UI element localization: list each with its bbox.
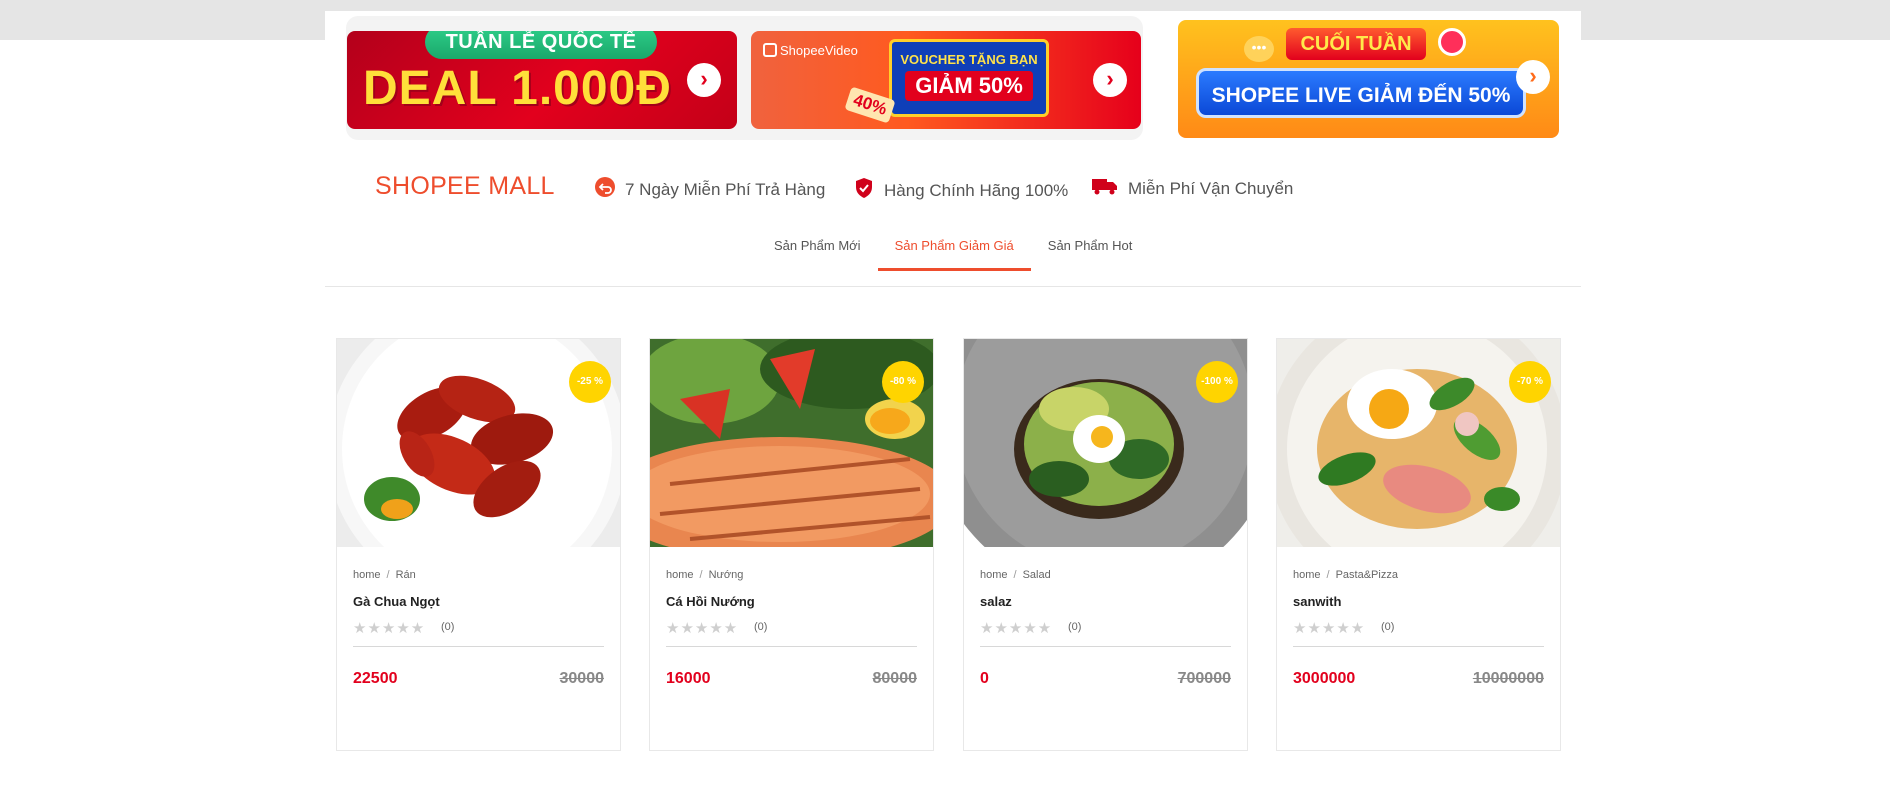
banner-weekend-label: CUỐI TUẦN: [1286, 28, 1426, 60]
product-name[interactable]: salaz: [980, 594, 1012, 609]
breadcrumb-home[interactable]: home: [1293, 569, 1321, 581]
arrow-right-icon[interactable]: ›: [687, 63, 721, 97]
banner-deal-1000[interactable]: TUẦN LỄ QUỐC TẾ DEAL 1.000Đ ›: [347, 31, 737, 129]
breadcrumb-category[interactable]: Salad: [1023, 569, 1051, 581]
discount-badge: -100 %: [1196, 361, 1238, 403]
product-name[interactable]: Cá Hồi Nướng: [666, 594, 755, 609]
brand-name: ShopeeVideo: [780, 43, 858, 58]
product-card[interactable]: -80 % home / Nướng Cá Hồi Nướng ★★★★★ (0) …: [649, 338, 934, 751]
breadcrumb-category[interactable]: Pasta&Pizza: [1336, 569, 1398, 581]
feature-label: Miễn Phí Vận Chuyển: [1128, 178, 1294, 198]
arrow-right-icon[interactable]: ›: [1093, 63, 1127, 97]
review-count: (0): [1381, 621, 1395, 633]
chat-bubble-icon: •••: [1244, 36, 1274, 62]
discount-badge: -25 %: [569, 361, 611, 403]
card-divider: [1293, 646, 1544, 647]
shopee-video-logo: ShopeeVideo: [763, 43, 858, 58]
breadcrumb-category[interactable]: Rán: [396, 569, 416, 581]
product-card[interactable]: -70 % home / Pasta&Pizza sanwith ★★★★★ (0)…: [1276, 338, 1561, 751]
breadcrumb: home / Salad: [980, 569, 1051, 581]
star-rating-icon: ★★★★★: [666, 620, 739, 637]
feature-free-shipping: Miễn Phí Vận Chuyển: [1092, 177, 1293, 200]
heart-icon: [1438, 28, 1466, 56]
banner-shopee-video[interactable]: ShopeeVideo VOUCHER TẶNG BẠN GIẢM 50% 40…: [751, 31, 1141, 129]
sale-price: 16000: [666, 670, 711, 687]
tab-discount-products[interactable]: Sản Phẩm Giảm Giá: [877, 233, 1032, 271]
shield-check-icon: [854, 177, 874, 204]
return-icon: [595, 177, 615, 202]
discount-badge: -70 %: [1509, 361, 1551, 403]
feature-label: 7 Ngày Miễn Phí Trả Hàng: [625, 179, 826, 199]
banner-headline: DEAL 1.000Đ: [363, 62, 672, 115]
discount-badge: -80 %: [882, 361, 924, 403]
star-rating-icon: ★★★★★: [980, 620, 1053, 637]
truck-icon: [1092, 177, 1118, 200]
feature-label: Hàng Chính Hãng 100%: [884, 180, 1069, 200]
voucher-line2: GIẢM 50%: [905, 71, 1033, 101]
original-price: 700000: [1177, 670, 1231, 687]
banner-shopee-live[interactable]: ••• CUỐI TUẦN SHOPEE LIVE GIẢM ĐẾN 50% ›: [1178, 20, 1559, 138]
product-card[interactable]: -100 % home / Salad salaz ★★★★★ (0) 0 7000…: [963, 338, 1248, 751]
review-count: (0): [1068, 621, 1082, 633]
banner-live-headline: SHOPEE LIVE GIẢM ĐẾN 50%: [1196, 68, 1526, 118]
breadcrumb-home[interactable]: home: [353, 569, 381, 581]
arrow-right-icon[interactable]: ›: [1516, 60, 1550, 94]
original-price: 80000: [872, 670, 918, 687]
sale-price: 3000000: [1293, 670, 1356, 687]
main-container: TUẦN LỄ QUỐC TẾ DEAL 1.000Đ › ShopeeVide…: [325, 11, 1581, 788]
tab-hot-products[interactable]: Sản Phẩm Hot: [1031, 233, 1150, 271]
voucher-line1: VOUCHER TẶNG BẠN: [900, 52, 1038, 67]
banner-pill: TUẦN LỄ QUỐC TẾ: [425, 31, 657, 59]
product-tabs: Sản Phẩm Mới Sản Phẩm Giảm Giá Sản Phẩm …: [757, 233, 1149, 271]
review-count: (0): [441, 621, 455, 633]
star-rating-icon: ★★★★★: [353, 620, 426, 637]
divider: [325, 286, 1581, 287]
breadcrumb: home / Rán: [353, 569, 416, 581]
tab-new-products[interactable]: Sản Phẩm Mới: [757, 233, 878, 271]
breadcrumb: home / Pasta&Pizza: [1293, 569, 1398, 581]
card-divider: [980, 646, 1231, 647]
voucher-ticket: VOUCHER TẶNG BẠN GIẢM 50%: [889, 39, 1049, 117]
product-card[interactable]: -25 % home / Rán Gà Chua Ngọt ★★★★★ (0) 22…: [336, 338, 621, 751]
star-rating-icon: ★★★★★: [1293, 620, 1366, 637]
card-divider: [666, 646, 917, 647]
review-count: (0): [754, 621, 768, 633]
breadcrumb: home / Nướng: [666, 569, 744, 581]
shopee-mall-title[interactable]: SHOPEE MALL: [375, 172, 555, 201]
product-name[interactable]: sanwith: [1293, 594, 1341, 609]
feature-free-return: 7 Ngày Miễn Phí Trả Hàng: [595, 177, 825, 202]
discount-tag: 40%: [844, 86, 896, 124]
feature-authentic: Hàng Chính Hãng 100%: [854, 177, 1068, 204]
sale-price: 0: [980, 670, 989, 687]
video-logo-icon: [763, 43, 777, 57]
breadcrumb-home[interactable]: home: [666, 569, 694, 581]
sale-price: 22500: [353, 670, 398, 687]
original-price: 10000000: [1472, 670, 1544, 687]
original-price: 30000: [559, 670, 605, 687]
card-divider: [353, 646, 604, 647]
product-name[interactable]: Gà Chua Ngọt: [353, 594, 440, 609]
breadcrumb-home[interactable]: home: [980, 569, 1008, 581]
breadcrumb-category[interactable]: Nướng: [709, 569, 744, 581]
